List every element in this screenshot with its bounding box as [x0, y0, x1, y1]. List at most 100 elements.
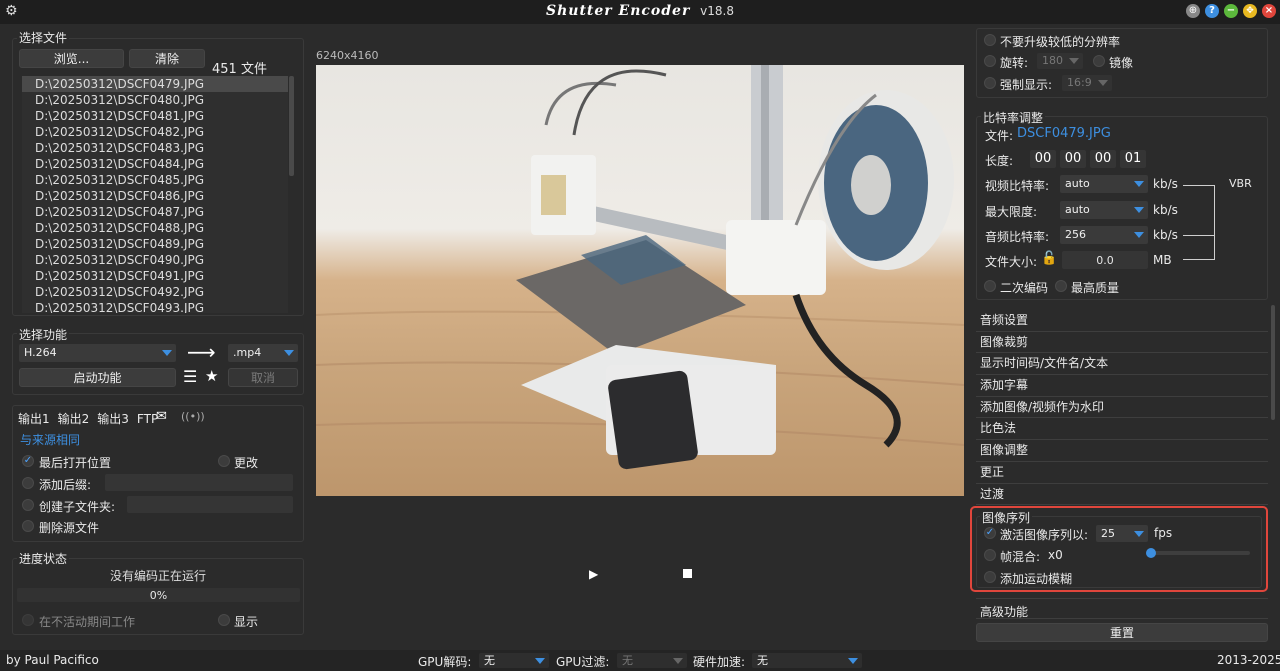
file-list-item[interactable]: D:\20250312\DSCF0486.JPG	[22, 188, 288, 204]
advanced-divider	[976, 598, 1268, 599]
file-list-item[interactable]: D:\20250312\DSCF0488.JPG	[22, 220, 288, 236]
mail-icon[interactable]: ✉	[156, 409, 167, 424]
section-header[interactable]: 显示时间码/文件名/文本	[976, 353, 1268, 376]
gpu-filter-select[interactable]: 无	[617, 653, 687, 668]
length-field-3[interactable]: 00	[1090, 150, 1116, 168]
section-header[interactable]: 更正	[976, 462, 1268, 484]
preview-image[interactable]	[316, 65, 964, 496]
hw-accel-select[interactable]: 无	[752, 653, 862, 668]
frame-blend-slider-thumb[interactable]	[1146, 548, 1156, 558]
play-icon[interactable]: ▶	[589, 567, 598, 581]
file-list-item[interactable]: D:\20250312\DSCF0483.JPG	[22, 140, 288, 156]
change-label: 更改	[234, 456, 259, 470]
section-header[interactable]: 添加图像/视频作为水印	[976, 397, 1268, 419]
file-list-scrollbar[interactable]	[289, 76, 294, 176]
video-bitrate-label: 视频比特率:	[985, 179, 1050, 193]
right-scrollbar[interactable]	[1271, 305, 1275, 420]
max-limit-unit: kb/s	[1153, 203, 1178, 217]
list-menu-icon[interactable]: ☰	[183, 367, 197, 386]
frame-blend-slider[interactable]	[1146, 548, 1250, 558]
output-tab-2[interactable]: 输出2	[58, 412, 90, 426]
file-list-item[interactable]: D:\20250312\DSCF0492.JPG	[22, 284, 288, 300]
rotate-checkbox[interactable]	[984, 55, 996, 67]
show-checkbox[interactable]	[218, 614, 230, 626]
file-list-item[interactable]: D:\20250312\DSCF0482.JPG	[22, 124, 288, 140]
output-tab-1[interactable]: 输出1	[18, 412, 50, 426]
suffix-input[interactable]	[105, 474, 293, 491]
extension-value: .mp4	[233, 346, 262, 359]
section-header[interactable]: 图像裁剪	[976, 332, 1268, 354]
length-field-1[interactable]: 00	[1030, 150, 1056, 168]
add-suffix-checkbox[interactable]	[22, 477, 34, 489]
file-list[interactable]: D:\20250312\DSCF0479.JPG D:\20250312\DSCF…	[22, 76, 288, 313]
no-upscale-checkbox[interactable]	[984, 34, 996, 46]
cancel-button[interactable]: 取消	[228, 368, 298, 387]
same-as-source-link[interactable]: 与来源相同	[20, 431, 80, 448]
stream-icon[interactable]: ((•))	[181, 410, 205, 423]
unlock-icon[interactable]: 🔓	[1041, 251, 1057, 266]
help-icon[interactable]: ?	[1205, 4, 1219, 18]
extension-select[interactable]: .mp4	[228, 344, 298, 362]
progress-bar: 0%	[17, 588, 300, 602]
file-list-item[interactable]: D:\20250312\DSCF0479.JPG	[22, 76, 288, 92]
video-bitrate-select[interactable]: auto	[1060, 175, 1148, 193]
gpu-decode-select[interactable]: 无	[479, 653, 549, 668]
minimize-icon[interactable]: −	[1224, 4, 1238, 18]
motion-blur-checkbox[interactable]	[984, 571, 996, 583]
force-display-select[interactable]: 16:9	[1062, 75, 1112, 91]
section-header[interactable]: 过渡	[976, 484, 1268, 506]
start-function-button[interactable]: 启动功能	[19, 368, 176, 387]
video-bitrate-value: auto	[1065, 177, 1090, 190]
file-list-item[interactable]: D:\20250312\DSCF0493.JPG	[22, 300, 288, 313]
fps-select[interactable]: 25	[1096, 525, 1148, 542]
clear-button[interactable]: 清除	[129, 49, 205, 68]
frame-blend-checkbox[interactable]	[984, 549, 996, 561]
max-limit-select[interactable]: auto	[1060, 201, 1148, 219]
section-header[interactable]: 添加字幕	[976, 375, 1268, 397]
reset-button[interactable]: 重置	[976, 623, 1268, 642]
browse-button[interactable]: 浏览...	[19, 49, 124, 68]
frame-blend-value: x0	[1048, 548, 1063, 562]
audio-bitrate-select[interactable]: 256	[1060, 226, 1148, 244]
file-list-item[interactable]: D:\20250312\DSCF0489.JPG	[22, 236, 288, 252]
file-list-item[interactable]: D:\20250312\DSCF0485.JPG	[22, 172, 288, 188]
file-list-item[interactable]: D:\20250312\DSCF0491.JPG	[22, 268, 288, 284]
section-header[interactable]: 比色法	[976, 418, 1268, 441]
printer-illustration	[316, 65, 964, 470]
delete-source-label: 删除源文件	[39, 521, 100, 535]
globe-icon[interactable]: ⊕	[1186, 4, 1200, 18]
close-icon[interactable]: ×	[1262, 4, 1276, 18]
vbr-label[interactable]: VBR	[1229, 177, 1252, 190]
length-field-2[interactable]: 00	[1060, 150, 1086, 168]
rotate-select[interactable]: 180	[1037, 53, 1083, 69]
activate-sequence-checkbox[interactable]: ✓	[984, 527, 996, 539]
maximize-icon[interactable]: ✥	[1243, 4, 1257, 18]
file-list-item[interactable]: D:\20250312\DSCF0481.JPG	[22, 108, 288, 124]
mirror-checkbox[interactable]	[1093, 55, 1105, 67]
gpu-decode-value: 无	[484, 654, 495, 667]
last-location-checkbox[interactable]: ✓	[22, 455, 34, 467]
subfolder-input[interactable]	[127, 496, 293, 513]
create-subfolder-checkbox[interactable]	[22, 499, 34, 511]
section-header[interactable]: 音频设置	[976, 310, 1268, 332]
change-radio[interactable]	[218, 455, 230, 467]
file-list-item[interactable]: D:\20250312\DSCF0484.JPG	[22, 156, 288, 172]
file-size-field[interactable]: 0.0	[1062, 251, 1148, 269]
best-quality-checkbox[interactable]	[1055, 280, 1067, 292]
codec-select[interactable]: H.264	[19, 344, 176, 362]
file-list-item[interactable]: D:\20250312\DSCF0480.JPG	[22, 92, 288, 108]
two-pass-checkbox[interactable]	[984, 280, 996, 292]
file-list-item[interactable]: D:\20250312\DSCF0490.JPG	[22, 252, 288, 268]
add-suffix-label: 添加后缀:	[39, 478, 92, 492]
file-list-item[interactable]: D:\20250312\DSCF0487.JPG	[22, 204, 288, 220]
stop-icon[interactable]	[683, 569, 692, 578]
length-field-4[interactable]: 01	[1120, 150, 1146, 168]
output-tab-4[interactable]: FTP	[137, 412, 158, 426]
work-inactive-checkbox[interactable]	[22, 614, 34, 626]
output-tab-3[interactable]: 输出3	[97, 412, 129, 426]
star-icon[interactable]: ★	[205, 367, 218, 385]
delete-source-checkbox[interactable]	[22, 520, 34, 532]
section-header[interactable]: 图像调整	[976, 440, 1268, 462]
force-display-checkbox[interactable]	[984, 77, 996, 89]
file-size-value: 0.0	[1096, 254, 1114, 267]
